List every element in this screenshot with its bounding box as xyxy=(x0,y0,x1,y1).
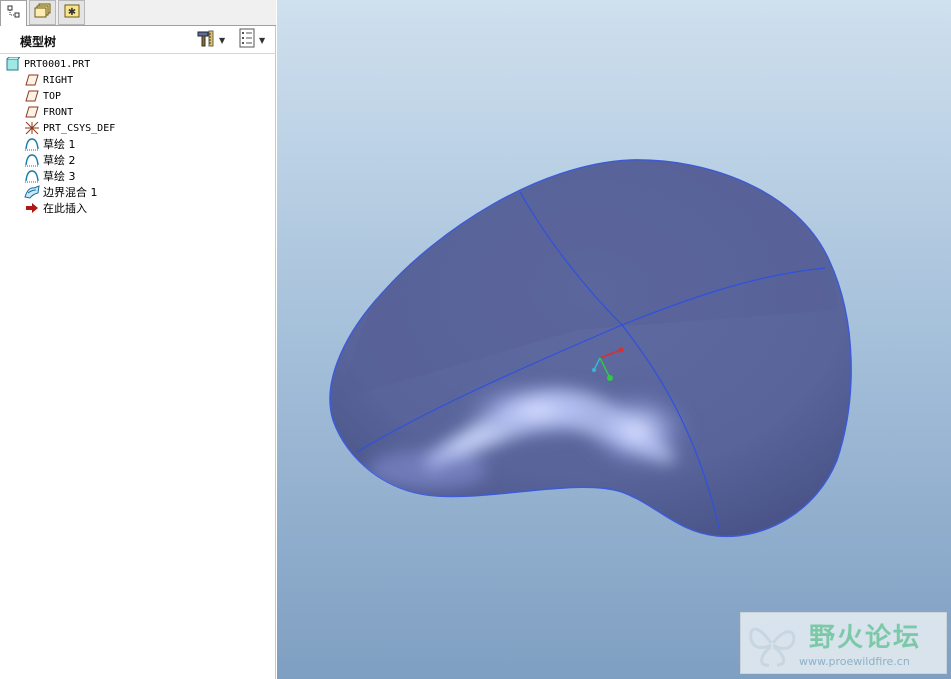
graphics-viewport[interactable]: 野火论坛 www.proewildfire.cn xyxy=(277,0,951,679)
show-tool-button[interactable]: ▼ xyxy=(238,28,265,52)
tree-item-label: 草绘 1 xyxy=(43,138,76,151)
tree-item-sketch-2[interactable]: 草绘 2 xyxy=(24,152,76,168)
tree-item-label: 边界混合 1 xyxy=(43,186,98,199)
tree-item-sketch-3[interactable]: 草绘 3 xyxy=(24,168,76,184)
folder-browser-tab[interactable] xyxy=(29,0,56,25)
datum-plane-icon xyxy=(24,105,40,119)
tree-item-part[interactable]: PRT0001.PRT xyxy=(5,56,90,72)
navigator-tab-strip: ✱ xyxy=(0,0,276,26)
tree-item-label: FRONT xyxy=(43,106,74,118)
tree-item-sketch-1[interactable]: 草绘 1 xyxy=(24,136,76,152)
tree-item-datum-front[interactable]: FRONT xyxy=(24,104,73,120)
tree-item-csys[interactable]: PRT_CSYS_DEF xyxy=(24,120,115,136)
datum-plane-icon xyxy=(24,73,40,87)
forum-watermark: 野火论坛 www.proewildfire.cn xyxy=(740,612,947,674)
watermark-title: 野火论坛 xyxy=(809,623,922,653)
tree-item-datum-top[interactable]: TOP xyxy=(24,88,61,104)
tree-item-label: PRT0001.PRT xyxy=(24,58,91,70)
insert-here-arrow-icon xyxy=(24,201,40,215)
panel-header: 模型树 ▼ ▼ xyxy=(0,26,276,54)
tree-icon xyxy=(6,4,22,24)
datum-plane-icon xyxy=(24,89,40,103)
butterfly-logo-icon xyxy=(747,617,799,675)
sketch-icon xyxy=(24,137,40,151)
chevron-down-icon[interactable]: ▼ xyxy=(219,36,225,45)
favorites-icon: ✱ xyxy=(63,3,81,23)
tree-item-boundary-blend[interactable]: 边界混合 1 xyxy=(24,184,98,200)
boundary-blend-icon xyxy=(24,185,40,199)
tree-item-label: 在此插入 xyxy=(43,202,87,215)
hammer-ruler-icon xyxy=(196,28,216,52)
tree-item-label: TOP xyxy=(43,90,62,102)
svg-text:✱: ✱ xyxy=(67,7,75,18)
surface-model[interactable] xyxy=(277,0,951,679)
model-tree-panel: ✱ 模型树 ▼ ▼ PRT0001.PRT RIGHT TOP FRONT PR… xyxy=(0,0,276,679)
tree-item-datum-right[interactable]: RIGHT xyxy=(24,72,73,88)
tree-item-label: PRT_CSYS_DEF xyxy=(43,122,116,134)
csys-icon xyxy=(24,121,40,135)
settings-tool-button[interactable]: ▼ xyxy=(196,29,225,51)
tree-item-label: 草绘 3 xyxy=(43,170,76,183)
folder-icon xyxy=(34,3,52,23)
sketch-icon xyxy=(24,153,40,167)
tree-item-label: RIGHT xyxy=(43,74,74,86)
model-tree-tab[interactable] xyxy=(0,0,27,26)
tree-item-label: 草绘 2 xyxy=(43,154,76,167)
list-view-icon xyxy=(238,28,256,52)
panel-title: 模型树 xyxy=(20,35,57,49)
favorites-tab[interactable]: ✱ xyxy=(58,0,85,25)
watermark-url: www.proewildfire.cn xyxy=(799,655,910,668)
tree-item-insert-here[interactable]: 在此插入 xyxy=(24,200,87,216)
part-icon xyxy=(5,57,21,71)
sketch-icon xyxy=(24,169,40,183)
chevron-down-icon[interactable]: ▼ xyxy=(259,36,265,45)
